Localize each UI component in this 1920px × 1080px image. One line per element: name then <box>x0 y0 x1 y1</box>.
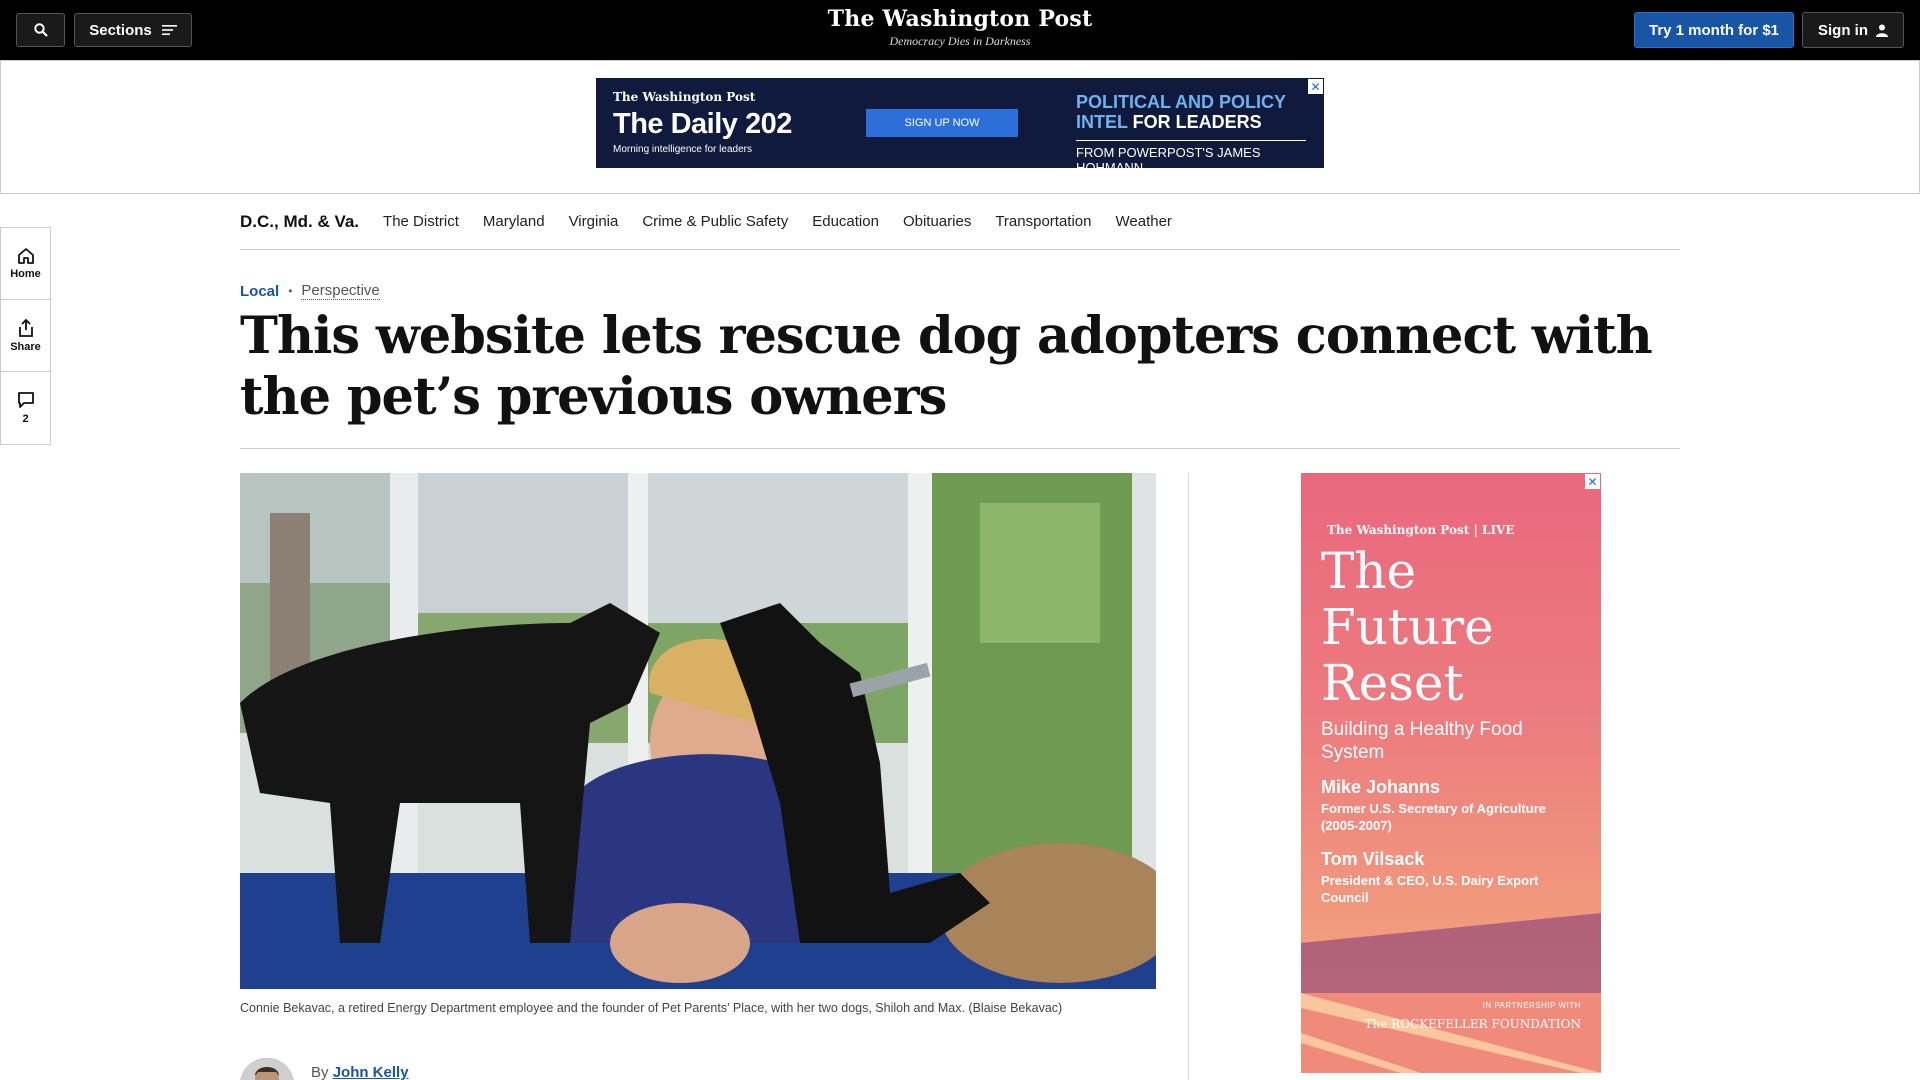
menu-icon <box>161 25 177 35</box>
banner-ad-intel: INTEL <box>1076 112 1128 132</box>
article-kicker: Local • Perspective <box>240 282 380 300</box>
nav-item-weather[interactable]: Weather <box>1116 213 1172 230</box>
site-tagline: Democracy Dies in Darkness <box>889 34 1031 48</box>
headline-divider <box>240 448 1680 449</box>
home-icon <box>17 248 34 264</box>
subscribe-button[interactable]: Try 1 month for $1 <box>1634 12 1794 48</box>
author-link[interactable]: John Kelly <box>333 1064 409 1080</box>
banner-ad-cta-button[interactable]: SIGN UP NOW <box>866 109 1018 137</box>
top-bar: Sections The Washington Post Democracy D… <box>0 0 1920 60</box>
nav-item-the-district[interactable]: The District <box>383 213 459 230</box>
nav-item-virginia[interactable]: Virginia <box>569 213 619 230</box>
sections-label: Sections <box>89 21 152 39</box>
sidebar-ad-logo: The Washington Post | LIVE <box>1327 523 1515 537</box>
author-avatar[interactable] <box>240 1058 294 1080</box>
comment-icon <box>17 392 34 408</box>
kicker-section-link[interactable]: Local <box>240 283 279 300</box>
search-icon <box>33 23 48 37</box>
sections-button[interactable]: Sections <box>74 13 192 47</box>
photo-caption: Connie Bekavac, a retired Energy Departm… <box>240 1001 1063 1015</box>
sidebar-ad-partner-label: IN PARTNERSHIP WITH <box>1482 1001 1581 1010</box>
byline-prefix: By <box>311 1064 333 1080</box>
left-rail: Home Share 2 <box>0 227 51 445</box>
rail-home-label: Home <box>10 268 41 280</box>
nav-item-education[interactable]: Education <box>812 213 879 230</box>
speaker-role: Former U.S. Secretary of Agriculture (20… <box>1321 801 1546 833</box>
share-icon <box>18 318 33 337</box>
banner-ad-title: The Daily 202 <box>613 108 792 140</box>
banner-ad-headline-line2: INTEL FOR LEADERS <box>1076 112 1316 132</box>
banner-ad-headline-line1: POLITICAL AND POLICY <box>1076 92 1287 112</box>
section-nav-title[interactable]: D.C., Md. & Va. <box>240 212 359 232</box>
banner-ad-subtitle: Morning intelligence for leaders <box>613 144 752 155</box>
banner-ad-logo: The Washington Post <box>613 90 756 104</box>
ad-choices-icon[interactable]: ✕ <box>1308 79 1323 94</box>
article-headline: This website lets rescue dog adopters co… <box>240 306 1653 427</box>
nav-item-transportation[interactable]: Transportation <box>995 213 1091 230</box>
rail-share-label: Share <box>10 340 41 353</box>
sign-in-button[interactable]: Sign in <box>1802 12 1904 48</box>
sign-in-label: Sign in <box>1818 21 1868 39</box>
rail-comments-count: 2 <box>22 413 29 425</box>
site-logo[interactable]: The Washington Post <box>760 6 1160 32</box>
nav-item-crime-public-safety[interactable]: Crime & Public Safety <box>642 213 788 230</box>
article-photo[interactable] <box>240 473 1156 989</box>
rail-home-button[interactable]: Home <box>1 228 50 300</box>
speaker-name: Tom Vilsack <box>1321 849 1425 869</box>
nav-item-maryland[interactable]: Maryland <box>483 213 545 230</box>
article-byline: By John Kelly <box>311 1064 409 1080</box>
sidebar-ad[interactable]: The Washington Post | LIVE The Future Re… <box>1301 473 1601 1073</box>
rail-share-button[interactable]: Share <box>1 300 50 372</box>
nav-item-obituaries[interactable]: Obituaries <box>903 213 971 230</box>
banner-ad[interactable]: The Washington Post The Daily 202 Mornin… <box>596 78 1324 168</box>
ad-choices-icon[interactable]: ✕ <box>1585 474 1600 489</box>
sidebar-ad-subtitle: Building a Healthy Food System <box>1321 719 1523 763</box>
search-button[interactable] <box>16 13 65 47</box>
banner-ad-headline: POLITICAL AND POLICY INTEL FOR LEADERS <box>1076 92 1316 132</box>
speaker-name: Mike Johanns <box>1321 777 1441 797</box>
sidebar-ad-title: The Future Reset <box>1321 542 1494 712</box>
speaker-role: President & CEO, U.S. Dairy Export Counc… <box>1321 873 1539 905</box>
masthead[interactable]: The Washington Post Democracy Dies in Da… <box>760 6 1160 49</box>
rail-comments-button[interactable]: 2 <box>1 372 50 444</box>
kicker-separator: • <box>288 284 293 298</box>
banner-ad-for-leaders: FOR LEADERS <box>1127 112 1262 132</box>
article-photo-image <box>240 473 1156 989</box>
column-divider <box>1188 473 1189 1080</box>
banner-ad-byline: FROM POWERPOST'S JAMES HOHMANN <box>1076 140 1306 168</box>
author-avatar-image <box>240 1058 294 1080</box>
section-nav: D.C., Md. & Va. The District Maryland Vi… <box>240 194 1680 250</box>
kicker-label[interactable]: Perspective <box>301 282 380 300</box>
user-icon <box>1876 24 1888 37</box>
sidebar-ad-partner-name: The ROCKEFELLER FOUNDATION <box>1364 1017 1581 1031</box>
